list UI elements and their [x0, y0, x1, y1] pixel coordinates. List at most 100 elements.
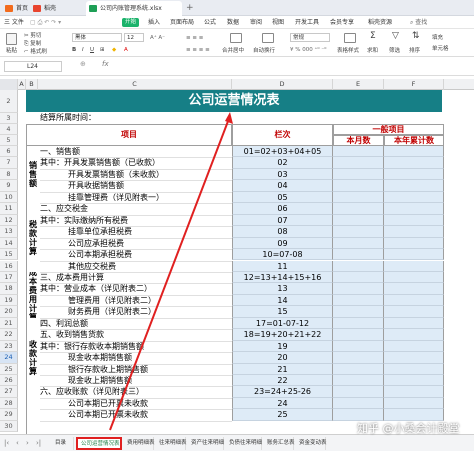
name-box[interactable]: L24	[4, 61, 62, 72]
font-size-select[interactable]: 12	[124, 33, 144, 42]
align-left-icons[interactable]: ≡ ≡ ≡ ≡	[186, 46, 210, 54]
row-header[interactable]: 4	[0, 124, 18, 135]
menu-search[interactable]: ⌕ 查找	[410, 16, 427, 29]
underline-button[interactable]: U	[90, 46, 94, 54]
fill-color-icon[interactable]: ◆	[112, 46, 116, 54]
border-icon[interactable]: ⊞	[100, 46, 105, 54]
menu-developer[interactable]: 开发工具	[295, 16, 319, 29]
new-tab-button[interactable]: +	[186, 2, 194, 14]
row-header[interactable]: 22	[0, 329, 18, 341]
row-header[interactable]: 26	[0, 375, 18, 387]
row-header[interactable]: 3	[0, 113, 18, 124]
sum-label[interactable]: 求和	[367, 47, 378, 55]
sheet-tab[interactable]: 负债往来明细	[226, 437, 262, 450]
row-header[interactable]: 14	[0, 237, 18, 250]
menu-view[interactable]: 视图	[272, 16, 284, 29]
fill-button[interactable]: 填充	[432, 34, 443, 42]
formula-input[interactable]	[116, 60, 470, 73]
row-header[interactable]: 27	[0, 386, 18, 398]
tab-docer[interactable]: 稻壳	[30, 2, 84, 15]
col-header-e[interactable]: E	[333, 79, 384, 90]
sheet-tab[interactable]: 往来明细表	[156, 437, 187, 450]
row-header[interactable]: 6	[0, 146, 18, 158]
row-header[interactable]: 8	[0, 168, 18, 181]
row-header[interactable]: 19	[0, 294, 18, 307]
menu-data[interactable]: 数据	[227, 16, 239, 29]
next-sheet-icon[interactable]: ›	[26, 437, 29, 450]
row-header[interactable]: 16	[0, 260, 18, 272]
row-header[interactable]: 10	[0, 191, 18, 204]
copy-button[interactable]: ⎘ 复制	[24, 40, 41, 48]
filter-icon[interactable]: ▽	[392, 32, 399, 41]
number-format-icons[interactable]: ¥ % 000 ⁺⁰ ⁻⁰	[290, 46, 326, 54]
zoom-icon[interactable]: ⊕	[80, 60, 86, 68]
menu-docer-resources[interactable]: 稻壳资源	[368, 16, 392, 29]
row-header[interactable]: 18	[0, 283, 18, 295]
last-sheet-icon[interactable]: ›|	[36, 437, 41, 450]
sheet-tab[interactable]: 资产往来明细	[188, 437, 224, 450]
merge-center-icon[interactable]	[230, 33, 242, 43]
format-painter-button[interactable]: ⌐ 格式刷	[24, 48, 47, 56]
row-header[interactable]: 29	[0, 409, 18, 421]
italic-button[interactable]: I	[82, 46, 84, 54]
font-color-icon[interactable]: A	[124, 46, 128, 54]
row-header[interactable]: 15	[0, 249, 18, 261]
sort-icon[interactable]: ⇅	[412, 32, 420, 41]
select-all-corner[interactable]	[0, 79, 18, 90]
menu-start[interactable]: 开始	[122, 18, 139, 27]
row-header[interactable]: 7	[0, 157, 18, 169]
sheet-tab[interactable]: 账务汇总表	[264, 437, 295, 450]
row-header[interactable]: 20	[0, 306, 18, 318]
menu-review[interactable]: 审阅	[250, 16, 262, 29]
prev-sheet-icon[interactable]: ‹	[16, 437, 19, 450]
cell-style-button[interactable]: 单元格	[432, 45, 449, 53]
paste-icon[interactable]	[6, 33, 17, 45]
wrap-text-icon[interactable]	[262, 33, 274, 43]
font-name-select[interactable]: 黑体	[72, 33, 122, 42]
filter-label[interactable]: 筛选	[389, 47, 400, 55]
row-header[interactable]: 25	[0, 363, 18, 375]
row-header[interactable]: 30	[0, 420, 18, 433]
bold-button[interactable]: B	[72, 46, 76, 54]
tab-file[interactable]: 公司内账管理系统.xlsx	[86, 1, 182, 16]
col-header-b[interactable]: B	[26, 79, 38, 90]
row-header[interactable]: 13	[0, 226, 18, 238]
fx-icon[interactable]: fx	[102, 60, 109, 68]
row-header[interactable]: 2	[0, 90, 18, 113]
row-header[interactable]: 24	[0, 352, 18, 364]
row-header[interactable]: 5	[0, 135, 18, 146]
row-header[interactable]: 21	[0, 317, 18, 330]
sum-icon[interactable]: Σ	[370, 32, 376, 41]
col-header-a[interactable]: A	[18, 79, 26, 90]
table-style-label[interactable]: 表格样式	[337, 47, 359, 55]
menu-formula[interactable]: 公式	[204, 16, 216, 29]
menu-insert[interactable]: 插入	[148, 16, 160, 29]
sheet-grid[interactable]: 公司运营情况表 结算所属时间： 项目 栏次 一般项目 本月数 本年累计数 一、销…	[18, 90, 474, 434]
menu-member[interactable]: 会员专享	[330, 16, 354, 29]
row-header[interactable]: 9	[0, 180, 18, 192]
col-header-f[interactable]: F	[384, 79, 444, 90]
row-header[interactable]: 17	[0, 271, 18, 284]
number-format-select[interactable]: 常规	[290, 33, 330, 42]
row-header[interactable]: 28	[0, 397, 18, 410]
menu-quick-icons[interactable]: ▢ ⎙ ↶ ↷ ▾	[30, 16, 61, 29]
cut-button[interactable]: ✂ 剪切	[24, 32, 41, 40]
row-header[interactable]: 11	[0, 203, 18, 215]
sheet-tab[interactable]: 资金变动表	[296, 437, 327, 450]
font-grow-shrink[interactable]: A⁺ A⁻	[150, 34, 165, 42]
col-header-c[interactable]: C	[38, 79, 232, 90]
align-top-icons[interactable]: ≡ ≡ ≡	[186, 34, 203, 42]
table-style-icon[interactable]	[344, 33, 356, 43]
menu-file[interactable]: 三 文件	[4, 16, 24, 29]
wrap-text-label[interactable]: 自动换行	[253, 47, 275, 55]
merge-center-label[interactable]: 合并居中	[222, 47, 244, 55]
col-header-d[interactable]: D	[232, 79, 333, 90]
row-header[interactable]: 12	[0, 214, 18, 227]
sort-label[interactable]: 排序	[409, 47, 420, 55]
first-sheet-icon[interactable]: |‹	[4, 437, 9, 450]
tab-home[interactable]: 首页	[2, 2, 28, 15]
sheet-tab[interactable]: 目录	[52, 437, 74, 450]
menu-page-layout[interactable]: 页面布局	[170, 16, 194, 29]
sheet-tab[interactable]: 公司运营情况表	[76, 437, 122, 450]
row-header[interactable]: 23	[0, 340, 18, 353]
